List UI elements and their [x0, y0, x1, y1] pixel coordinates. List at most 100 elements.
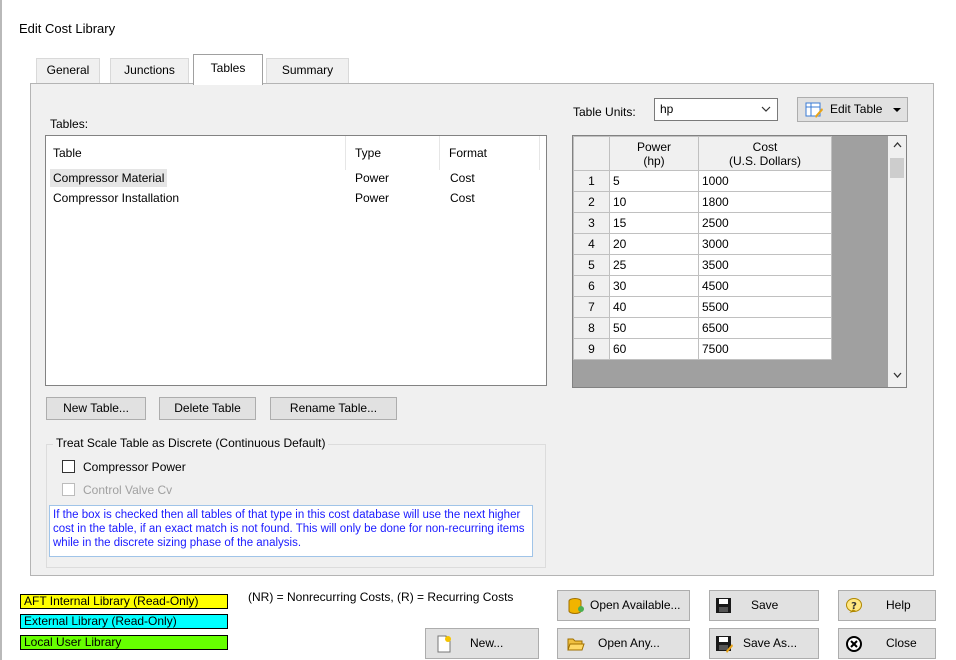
table-units-label: Table Units:	[573, 105, 636, 119]
floppy-disk-icon	[716, 598, 731, 613]
tab-summary[interactable]: Summary	[266, 58, 349, 83]
dropdown-arrow-icon	[893, 108, 901, 112]
list-item-table: Compressor Installation	[53, 191, 180, 205]
column-header-type[interactable]: Type	[348, 136, 440, 170]
power-cell[interactable]: 30	[609, 275, 699, 297]
edit-table-label: Edit Table	[830, 102, 883, 116]
cost-cell[interactable]: 5500	[698, 296, 832, 318]
new-library-button[interactable]: New...	[425, 628, 539, 659]
cost-legend-note: (NR) = Nonrecurring Costs, (R) = Recurri…	[248, 590, 514, 604]
cost-cell[interactable]: 1000	[698, 170, 832, 192]
list-item[interactable]: Compressor Installation Power Cost	[53, 189, 538, 207]
table-row[interactable]: 1 5 1000	[573, 170, 832, 192]
tab-general[interactable]: General	[36, 58, 100, 83]
scroll-down-icon[interactable]	[893, 372, 902, 378]
tables-label: Tables:	[50, 117, 89, 131]
cost-cell[interactable]: 1800	[698, 191, 832, 213]
list-item-type: Power	[355, 171, 390, 185]
power-cell[interactable]: 50	[609, 317, 699, 339]
table-row[interactable]: 2 10 1800	[573, 191, 832, 213]
rename-table-button[interactable]: Rename Table...	[270, 397, 397, 420]
column-header-cost[interactable]: Cost (U.S. Dollars)	[698, 136, 832, 171]
tables-listbox[interactable]: Table Type Format Compressor Material Po…	[45, 135, 547, 386]
row-number: 5	[573, 254, 610, 276]
database-icon	[568, 598, 584, 614]
column-header-format[interactable]: Format	[442, 136, 540, 170]
library-legend-local: Local User Library	[20, 635, 228, 650]
edit-table-button[interactable]: Edit Table	[797, 97, 908, 122]
row-number: 1	[573, 170, 610, 192]
chevron-down-icon	[761, 106, 771, 112]
window-title: Edit Cost Library	[19, 21, 116, 36]
row-number: 8	[573, 317, 610, 339]
power-cell[interactable]: 10	[609, 191, 699, 213]
grid-vertical-scrollbar[interactable]	[888, 136, 906, 387]
delete-table-button[interactable]: Delete Table	[159, 397, 256, 420]
cost-cell[interactable]: 3500	[698, 254, 832, 276]
list-item[interactable]: Compressor Material Power Cost	[50, 169, 538, 187]
table-row[interactable]: 9 60 7500	[573, 338, 832, 360]
control-valve-cv-label: Control Valve Cv	[83, 483, 173, 497]
table-row[interactable]: 8 50 6500	[573, 317, 832, 339]
cost-cell[interactable]: 7500	[698, 338, 832, 360]
save-as-button[interactable]: Save As...	[709, 628, 819, 659]
cost-cell[interactable]: 3000	[698, 233, 832, 255]
save-as-icon	[716, 636, 733, 653]
tab-tables[interactable]: Tables	[193, 54, 263, 85]
table-row[interactable]: 7 40 5500	[573, 296, 832, 318]
list-item-format: Cost	[450, 171, 475, 185]
control-valve-cv-checkbox	[62, 483, 75, 496]
power-cell[interactable]: 5	[609, 170, 699, 192]
tab-junctions[interactable]: Junctions	[110, 58, 189, 83]
edit-table-icon	[805, 102, 823, 118]
row-number: 4	[573, 233, 610, 255]
window-left-border	[0, 0, 2, 660]
discrete-info-text: If the box is checked then all tables of…	[49, 505, 533, 557]
table-units-select[interactable]: hp	[654, 98, 778, 121]
cost-cell[interactable]: 2500	[698, 212, 832, 234]
open-folder-icon	[567, 638, 585, 651]
column-header-power[interactable]: Power (hp)	[609, 136, 699, 171]
power-cell[interactable]: 40	[609, 296, 699, 318]
new-document-icon	[437, 635, 451, 653]
power-cell[interactable]: 25	[609, 254, 699, 276]
compressor-power-checkbox[interactable]	[62, 460, 75, 473]
new-table-button[interactable]: New Table...	[46, 397, 146, 420]
table-row[interactable]: 3 15 2500	[573, 212, 832, 234]
table-row[interactable]: 5 25 3500	[573, 254, 832, 276]
cost-cell[interactable]: 4500	[698, 275, 832, 297]
column-header-table[interactable]: Table	[46, 136, 346, 170]
library-legend-internal: AFT Internal Library (Read-Only)	[20, 594, 228, 609]
library-legend-external: External Library (Read-Only)	[20, 614, 228, 629]
svg-text:?: ?	[851, 601, 857, 612]
table-row[interactable]: 6 30 4500	[573, 275, 832, 297]
save-button[interactable]: Save	[709, 590, 819, 621]
table-units-value: hp	[660, 102, 674, 116]
row-number: 9	[573, 338, 610, 360]
help-button[interactable]: ? Help	[838, 590, 936, 621]
scroll-up-icon[interactable]	[893, 142, 902, 148]
list-item-format: Cost	[450, 191, 475, 205]
table-row[interactable]: 4 20 3000	[573, 233, 832, 255]
cost-data-table: Power (hp) Cost (U.S. Dollars) 1 5 1000 2 10…	[573, 136, 832, 360]
help-icon: ?	[846, 598, 862, 613]
row-number-header	[573, 136, 610, 171]
discrete-group-title: Treat Scale Table as Discrete (Continuou…	[53, 436, 329, 450]
close-button[interactable]: Close	[838, 628, 936, 659]
power-cell[interactable]: 15	[609, 212, 699, 234]
row-number: 7	[573, 296, 610, 318]
list-item-table: Compressor Material	[50, 169, 168, 187]
row-number: 2	[573, 191, 610, 213]
scroll-thumb[interactable]	[890, 158, 904, 178]
row-number: 6	[573, 275, 610, 297]
power-cell[interactable]: 20	[609, 233, 699, 255]
close-icon	[846, 636, 862, 652]
power-cell[interactable]: 60	[609, 338, 699, 360]
cost-cell[interactable]: 6500	[698, 317, 832, 339]
open-any-button[interactable]: Open Any...	[557, 628, 690, 659]
list-item-type: Power	[355, 191, 390, 205]
cost-data-grid[interactable]: Power (hp) Cost (U.S. Dollars) 1 5 1000 2 10…	[572, 135, 907, 388]
row-number: 3	[573, 212, 610, 234]
open-available-button[interactable]: Open Available...	[557, 590, 690, 621]
compressor-power-label: Compressor Power	[83, 460, 186, 474]
